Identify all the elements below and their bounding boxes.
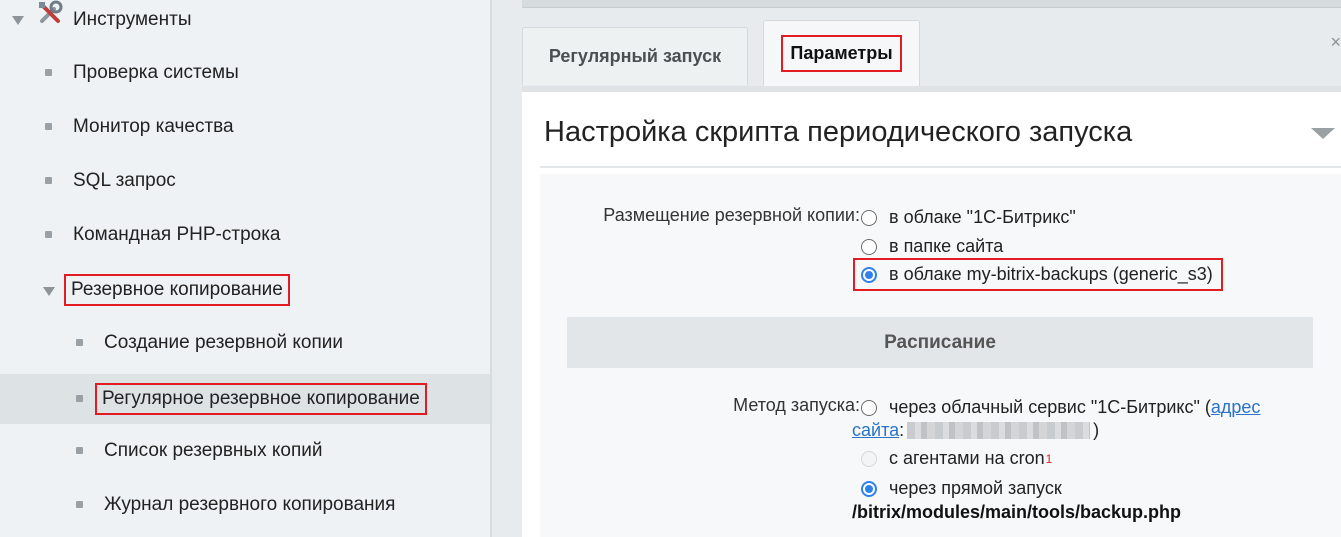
tools-icon [39, 0, 63, 23]
sidebar-item-scheduled-backup[interactable]: Регулярное резервное копирование [0, 374, 490, 424]
bullet-icon [45, 123, 52, 130]
sidebar-item-tools[interactable]: Инструменты [0, 0, 490, 47]
site-address-link[interactable]: адрес [1211, 397, 1261, 418]
top-strip [522, 0, 1341, 8]
sidebar-item-label: Командная PHP-строка [73, 224, 281, 245]
option-label: в папке сайта [889, 236, 1004, 256]
sidebar-item-backup[interactable]: Резервное копирование [0, 263, 490, 317]
expand-arrow-icon[interactable] [43, 287, 55, 296]
bullet-icon [76, 339, 83, 346]
option-label: через прямой запуск [889, 478, 1062, 498]
bullet-icon [76, 501, 83, 508]
backup-script-path: /bitrix/modules/main/tools/backup.php [852, 502, 1182, 522]
method-option-cron[interactable]: с агентами на cron 1 [861, 448, 1052, 469]
placement-label: Размещение резервной копии: [603, 205, 860, 225]
sidebar-item-label: Список резервных копий [104, 440, 323, 461]
option-label: ) [1093, 420, 1100, 440]
option-label: в облаке "1С-Битрикс" [889, 207, 1076, 227]
method-option-bitrix-cloud[interactable]: через облачный сервис "1С-Битрикс" (адре… [861, 397, 1260, 418]
radio-button[interactable] [861, 399, 877, 416]
divider [540, 166, 1341, 168]
placement-option-bitrix-cloud[interactable]: в облаке "1С-Битрикс" [861, 207, 1076, 228]
expand-arrow-icon[interactable] [12, 16, 24, 25]
sidebar-item-label: Проверка системы [73, 62, 239, 83]
radio-button[interactable] [861, 209, 877, 226]
main-area: Регулярный запуск Параметры × Настройка … [492, 0, 1341, 537]
sidebar-item-backup-list[interactable]: Список резервных копий [0, 424, 490, 478]
option-label: : [899, 420, 905, 440]
placement-option-s3[interactable]: в облаке my-bitrix-backups (generic_s3) [853, 258, 1223, 291]
sidebar-item-sql-query[interactable]: SQL запрос [0, 154, 490, 208]
radio-button[interactable] [861, 238, 877, 255]
section-title: Расписание [884, 331, 996, 353]
sidebar-item-quality-monitor[interactable]: Монитор качества [0, 100, 490, 154]
sidebar-item-label: SQL запрос [73, 170, 176, 191]
radio-button [861, 450, 877, 467]
tab-label: Параметры [781, 35, 902, 72]
collapse-triangle-icon[interactable] [1311, 128, 1335, 139]
tab-parameters[interactable]: Параметры [763, 20, 920, 86]
method-option-direct[interactable]: через прямой запуск [861, 478, 1062, 499]
bullet-icon [76, 447, 83, 454]
bullet-icon [45, 177, 52, 184]
footnote-marker: 1 [1045, 451, 1053, 466]
sidebar-item-label: Создание резервной копии [104, 332, 343, 353]
option-label: с агентами на cron [889, 448, 1045, 468]
sidebar-item-label: Регулярное резервное копирование [95, 383, 427, 415]
section-header-schedule: Расписание [567, 317, 1313, 368]
tab-regular-run[interactable]: Регулярный запуск [522, 27, 748, 85]
settings-panel: Настройка скрипта периодического запуска… [522, 86, 1341, 537]
sidebar-item-label: Инструменты [73, 9, 192, 30]
redacted-site-address [907, 422, 1091, 439]
sidebar: Инструменты Проверка системы Монитор кач… [0, 0, 490, 537]
option-label: в облаке my-bitrix-backups (generic_s3) [889, 264, 1213, 284]
sidebar-item-label: Монитор качества [73, 116, 234, 137]
sidebar-item-create-backup[interactable]: Создание резервной копии [0, 316, 490, 370]
sidebar-item-label: Журнал резервного копирования [104, 494, 396, 515]
sidebar-item-system-check[interactable]: Проверка системы [0, 46, 490, 100]
option-label: через облачный сервис "1С-Битрикс" ( [889, 397, 1211, 417]
launch-method-label: Метод запуска: [733, 395, 860, 415]
close-icon[interactable]: × [1330, 32, 1341, 53]
placement-option-site-folder[interactable]: в папке сайта [861, 236, 1003, 257]
sidebar-item-php-console[interactable]: Командная PHP-строка [0, 208, 490, 262]
panel-header: Настройка скрипта периодического запуска [522, 92, 1341, 166]
bullet-icon [76, 395, 83, 402]
sidebar-item-label: Резервное копирование [64, 274, 290, 306]
method-option-bitrix-cloud-cont: сайта: ) [852, 420, 1099, 441]
settings-content: Размещение резервной копии: в облаке "1С… [540, 174, 1341, 537]
bullet-icon [45, 69, 52, 76]
site-address-link[interactable]: сайта [852, 420, 899, 441]
radio-button[interactable] [861, 266, 877, 283]
tab-label: Регулярный запуск [548, 46, 722, 66]
page-title: Настройка скрипта периодического запуска [544, 116, 1133, 148]
bullet-icon [45, 231, 52, 238]
sidebar-item-backup-log[interactable]: Журнал резервного копирования [0, 478, 490, 532]
radio-button[interactable] [861, 480, 877, 497]
